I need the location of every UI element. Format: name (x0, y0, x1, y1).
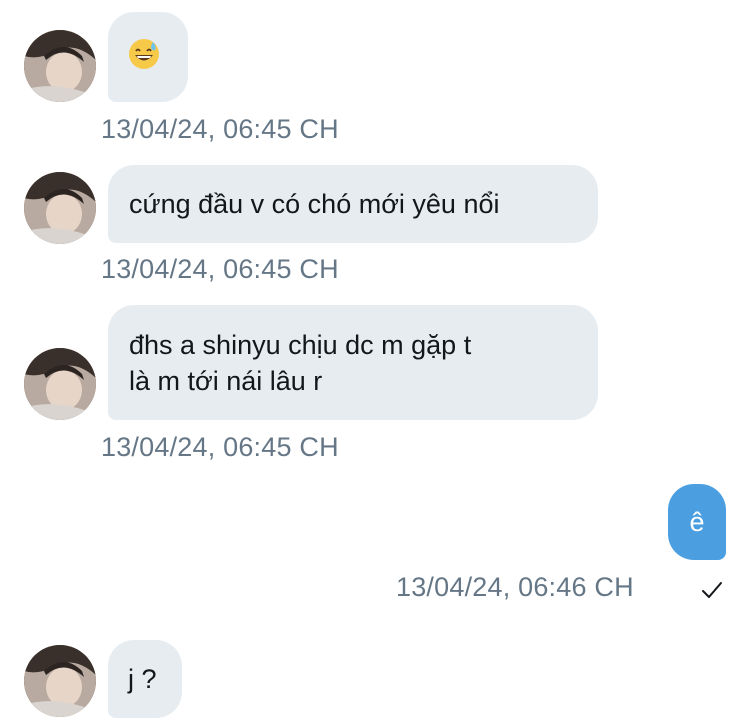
sender-avatar[interactable] (24, 30, 96, 102)
message-bubble-incoming[interactable]: đhs a shinyu chịu dc m gặp t là m tới ná… (108, 305, 598, 420)
message-bubble-incoming[interactable] (108, 12, 188, 102)
sender-avatar[interactable] (24, 172, 96, 244)
message-text: cứng đầu v có chó mới yêu nổi (129, 189, 500, 219)
grinning-sweat-emoji-icon (129, 38, 159, 69)
message-timestamp: 13/04/24, 06:45 CH (101, 432, 339, 462)
message-timestamp: 13/04/24, 06:45 CH (101, 114, 339, 144)
message-bubble-incoming[interactable]: j ? (108, 640, 182, 718)
message-timestamp: 13/04/24, 06:46 CH (396, 572, 634, 602)
avatar-photo-icon (24, 30, 96, 102)
message-text-line: là m tới nái lâu r (129, 366, 323, 396)
message-bubble-incoming[interactable]: cứng đầu v có chó mới yêu nổi (108, 165, 598, 243)
message-bubble-outgoing[interactable]: ê (668, 484, 726, 560)
conversation-view: 13/04/24, 06:45 CH cứng đầu v có chó mới… (0, 0, 750, 728)
sender-avatar[interactable] (24, 645, 96, 717)
avatar-photo-icon (24, 645, 96, 717)
sender-avatar[interactable] (24, 348, 96, 420)
checkmark-icon (702, 582, 722, 598)
avatar-photo-icon (24, 172, 96, 244)
avatar-photo-icon (24, 348, 96, 420)
message-text: j ? (128, 664, 157, 694)
message-text: ê (689, 507, 705, 537)
message-timestamp: 13/04/24, 06:45 CH (101, 254, 339, 284)
message-text-line: đhs a shinyu chịu dc m gặp t (129, 330, 472, 360)
